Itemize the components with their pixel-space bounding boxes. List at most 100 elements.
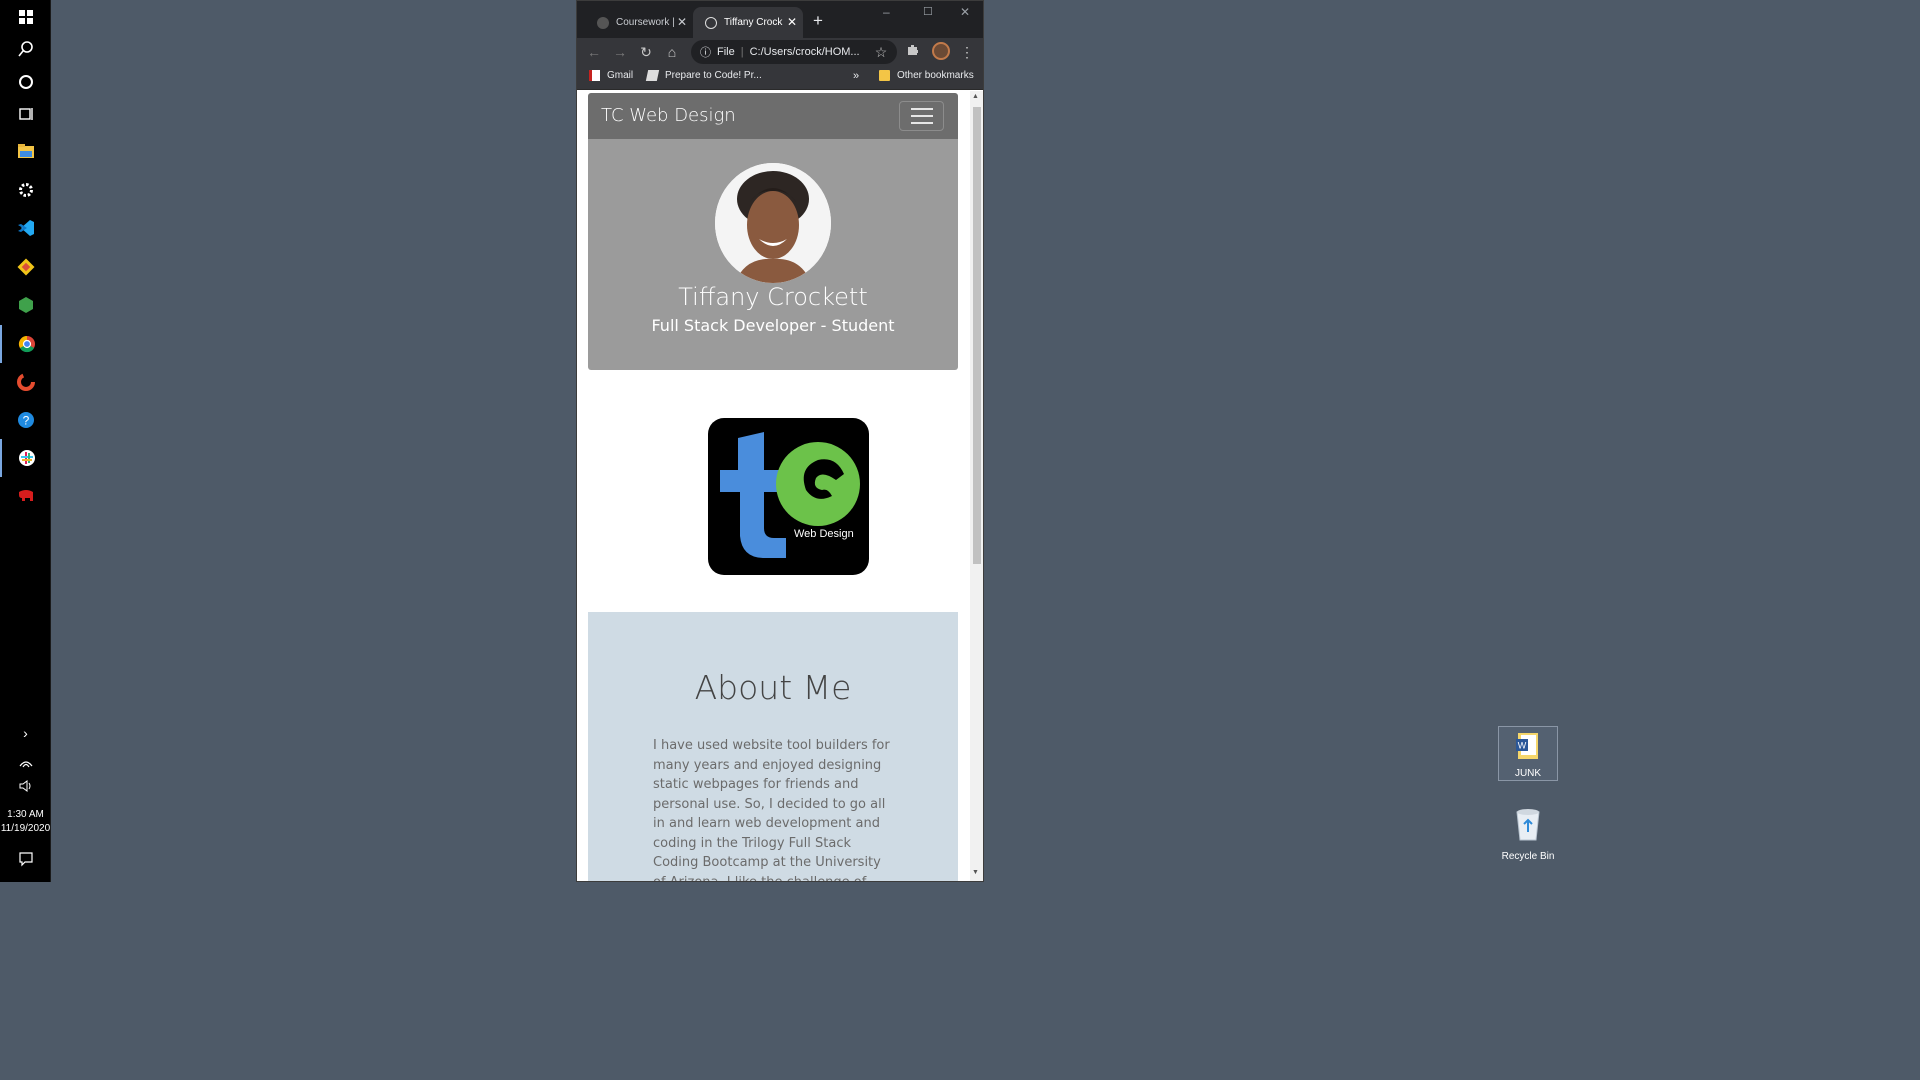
info-icon: ⓘ xyxy=(700,47,711,59)
git-icon xyxy=(17,258,34,276)
menu-toggle-button[interactable] xyxy=(899,101,944,131)
desktop-icon-recycle-bin[interactable]: Recycle Bin xyxy=(1498,806,1558,862)
app-button[interactable] xyxy=(0,477,51,515)
help-button[interactable]: ? xyxy=(0,401,51,439)
tab-title: Coursework | xyxy=(616,17,675,28)
tab-title: Tiffany Crock xyxy=(724,17,783,28)
forward-button[interactable]: → xyxy=(610,42,630,62)
globe-icon xyxy=(705,16,717,29)
bookmark-label: Prepare to Code! Pr... xyxy=(665,70,762,81)
back-button[interactable]: ← xyxy=(584,42,604,62)
desktop-icon-label: Recycle Bin xyxy=(1501,851,1555,862)
home-button[interactable]: ⌂ xyxy=(662,42,682,62)
book-icon xyxy=(645,70,660,81)
about-body: I have used website tool builders for ma… xyxy=(653,738,890,882)
notification-icon xyxy=(18,852,33,867)
task-view-button[interactable] xyxy=(0,95,51,133)
address-bar[interactable]: ⓘ File | C:/Users/crock/HOM... xyxy=(691,40,897,64)
svg-text:?: ? xyxy=(22,414,29,428)
chrome-button[interactable] xyxy=(0,325,51,363)
git-button[interactable] xyxy=(0,248,51,286)
bookmarks-overflow-button[interactable]: » xyxy=(853,70,859,82)
browser-toolbar: ← → ↻ ⌂ ⓘ File | C:/Users/crock/HOM... ☆… xyxy=(577,38,983,66)
profile-avatar[interactable] xyxy=(932,42,950,60)
scroll-up-arrow[interactable]: ▲ xyxy=(972,93,979,100)
maximize-button[interactable]: ☐ xyxy=(923,5,933,18)
node-button[interactable] xyxy=(0,286,51,324)
page-scrollbar[interactable]: ▲ ▼ xyxy=(970,91,983,881)
site-brand[interactable]: TC Web Design xyxy=(601,105,736,126)
gmail-icon xyxy=(589,70,600,81)
scroll-thumb[interactable] xyxy=(973,107,981,564)
chevron-right-icon: › xyxy=(23,725,28,741)
globe-icon xyxy=(597,16,609,29)
hamburger-line xyxy=(910,115,933,117)
gear-icon xyxy=(18,183,33,197)
bookmark-prepare-to-code[interactable]: Prepare to Code! Pr... xyxy=(645,70,762,81)
about-section: About Me I have used website tool builde… xyxy=(588,612,958,882)
bookmark-gmail[interactable]: Gmail xyxy=(589,70,633,81)
hero-subtitle: Full Stack Developer - Student xyxy=(651,316,895,335)
slack-icon xyxy=(18,450,35,466)
node-icon xyxy=(18,297,33,313)
elephant-icon xyxy=(18,490,33,501)
page-viewport: TC Web Design Tiffany Crockett Full Stac… xyxy=(577,91,970,882)
bookmark-label: Other bookmarks xyxy=(897,70,974,81)
tab-coursework[interactable]: Coursework | ✕ xyxy=(585,7,693,38)
hero-jumbotron: Tiffany Crockett Full Stack Developer - … xyxy=(588,139,958,370)
chrome-icon xyxy=(18,335,35,353)
extensions-button[interactable] xyxy=(903,42,923,62)
hamburger-line xyxy=(910,108,933,110)
clock[interactable]: 1:30 AM 11/19/2020 xyxy=(0,808,51,836)
slack-button[interactable] xyxy=(0,439,51,477)
address-scheme: File xyxy=(717,46,735,58)
windows-icon xyxy=(18,10,33,24)
volume-icon xyxy=(19,780,30,792)
ccleaner-button[interactable] xyxy=(0,363,51,401)
folder-icon xyxy=(17,144,34,158)
ccleaner-icon xyxy=(16,373,35,391)
close-icon[interactable]: ✕ xyxy=(787,15,797,29)
close-icon[interactable]: ✕ xyxy=(677,15,687,29)
site-navbar: TC Web Design xyxy=(588,93,958,139)
folder-icon xyxy=(879,70,890,81)
help-icon: ? xyxy=(17,412,34,428)
action-center-button[interactable] xyxy=(0,840,51,878)
clock-time: 1:30 AM xyxy=(7,809,44,820)
task-view-icon xyxy=(18,108,33,120)
puzzle-icon xyxy=(908,45,918,55)
about-heading: About Me xyxy=(694,668,852,707)
taskbar: ? › 1:30 AM 11/19/2020 xyxy=(0,0,51,882)
hamburger-line xyxy=(910,122,933,124)
tab-tiffany-crockett[interactable]: Tiffany Crock ✕ xyxy=(693,7,803,38)
desktop-icon-label: JUNK xyxy=(1514,768,1542,779)
svg-text:W: W xyxy=(1518,741,1527,751)
search-icon xyxy=(17,41,33,57)
file-explorer-button[interactable] xyxy=(0,132,51,170)
word-document-icon: W xyxy=(1516,733,1538,759)
cortana-icon xyxy=(18,75,33,89)
scroll-down-arrow[interactable]: ▼ xyxy=(972,869,979,876)
bookmarks-bar: Gmail Prepare to Code! Pr... » Other boo… xyxy=(577,66,983,90)
address-separator: | xyxy=(740,46,744,58)
bookmark-label: Gmail xyxy=(607,70,634,81)
minimize-button[interactable]: – xyxy=(883,5,890,19)
hero-name: Tiffany Crockett xyxy=(678,283,868,311)
profile-photo xyxy=(715,163,831,283)
tab-strip: Coursework | ✕ Tiffany Crock ✕ + – ☐ ✕ xyxy=(577,1,983,38)
bookmark-star-button[interactable]: ☆ xyxy=(871,42,891,62)
address-url: C:/Users/crock/HOM... xyxy=(749,46,860,58)
settings-button[interactable] xyxy=(0,171,51,209)
new-tab-button[interactable]: + xyxy=(813,11,823,31)
vscode-button[interactable] xyxy=(0,209,51,247)
recycle-bin-icon xyxy=(1516,809,1540,841)
desktop-icon-junk[interactable]: W JUNK xyxy=(1498,726,1558,781)
reload-button[interactable]: ↻ xyxy=(636,42,656,62)
window-close-button[interactable]: ✕ xyxy=(960,5,970,19)
other-bookmarks[interactable]: Other bookmarks xyxy=(879,70,974,81)
tc-logo: Web Design xyxy=(708,418,869,575)
menu-button[interactable]: ⋮ xyxy=(957,42,977,62)
vscode-icon xyxy=(17,220,34,236)
browser-window: Coursework | ✕ Tiffany Crock ✕ + – ☐ ✕ ←… xyxy=(576,0,984,882)
volume-button[interactable] xyxy=(0,767,51,805)
